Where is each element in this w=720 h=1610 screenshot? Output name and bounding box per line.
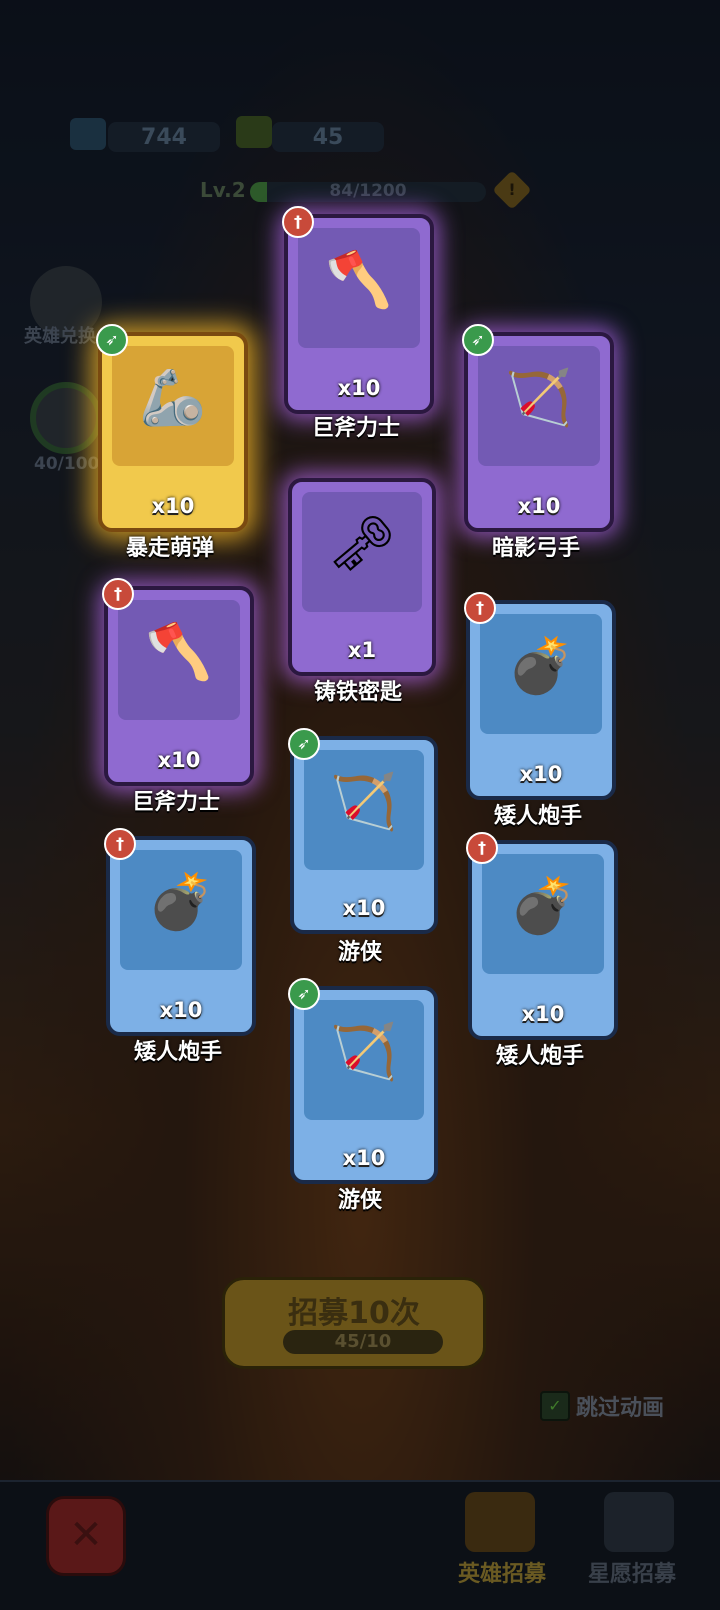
alert-icon[interactable]: ! (492, 170, 532, 210)
reward-card[interactable]: 🏹 x10 (464, 332, 614, 532)
sword-icon: † (104, 828, 136, 860)
progress-ring[interactable] (30, 382, 102, 454)
recruit-10-button[interactable]: 招募10次 45/10 (222, 1277, 486, 1369)
reward-card[interactable]: 💣 x10 (466, 600, 616, 800)
card-quantity: x10 (337, 376, 381, 400)
gem-count: 744 (108, 122, 220, 152)
hero-figure-icon: 💣 (509, 874, 577, 937)
tab-star-recruit[interactable]: 星愿招募 (588, 1556, 676, 1588)
card-name: 游侠 (337, 940, 382, 965)
close-button[interactable]: ✕ (46, 1496, 126, 1576)
reward-card[interactable]: 🏹 x10 (290, 736, 438, 934)
card-name: 巨斧力士 (311, 416, 400, 441)
reward-card[interactable]: 💣 x10 (468, 840, 618, 1040)
sword-icon: † (282, 206, 314, 238)
hero-figure-icon: 🗝 (327, 512, 397, 575)
card-name: 暗影弓手 (491, 536, 580, 561)
hero-figure-icon: 🪓 (325, 248, 393, 311)
reward-card[interactable]: 🏹 x10 (290, 986, 438, 1184)
card-name: 游侠 (337, 1188, 382, 1213)
card-name: 铸铁密匙 (313, 680, 402, 705)
hero-figure-icon: 🏹 (505, 366, 573, 429)
reward-card[interactable]: 💣 x10 (106, 836, 256, 1036)
reward-card[interactable]: 🗝 x1 (288, 478, 436, 676)
card-quantity: x10 (342, 1146, 386, 1170)
card-name: 暴走萌弹 (125, 536, 214, 561)
hero-figure-icon: 💣 (507, 634, 575, 697)
card-name: 矮人炮手 (133, 1040, 222, 1065)
skip-animation-checkbox[interactable]: ✓ (540, 1391, 570, 1421)
sword-icon: † (102, 578, 134, 610)
star-recruit-icon (604, 1492, 674, 1552)
card-name: 矮人炮手 (495, 1044, 584, 1069)
card-quantity: x10 (159, 998, 203, 1022)
ticket-icon (236, 116, 272, 148)
hero-figure-icon: 💣 (147, 870, 215, 933)
level-label: Lv.2 (200, 178, 246, 202)
bow-icon: ➶ (96, 324, 128, 356)
hero-exchange-label: 英雄兑换 (24, 326, 96, 347)
card-quantity: x1 (347, 638, 377, 662)
bow-icon: ➶ (462, 324, 494, 356)
card-name: 巨斧力士 (131, 790, 220, 815)
xp-text: 84/1200 (329, 181, 407, 201)
sword-icon: † (464, 592, 496, 624)
card-name: 矮人炮手 (493, 804, 582, 829)
reward-card[interactable]: 🦾 x10 (98, 332, 248, 532)
card-quantity: x10 (151, 494, 195, 518)
progress-label: 40/100 (34, 454, 100, 474)
hero-figure-icon: 🏹 (330, 770, 398, 833)
hero-recruit-icon (465, 1492, 535, 1552)
ticket-count: 45 (272, 122, 384, 152)
sword-icon: † (466, 832, 498, 864)
recruit-label: 招募10次 (288, 1296, 420, 1331)
card-quantity: x10 (521, 1002, 565, 1026)
skip-animation-label: 跳过动画 (576, 1396, 665, 1421)
hero-figure-icon: 🏹 (330, 1020, 398, 1083)
gem-icon (70, 118, 106, 150)
tab-hero-recruit[interactable]: 英雄招募 (458, 1556, 546, 1588)
card-quantity: x10 (517, 494, 561, 518)
hero-figure-icon: 🦾 (139, 366, 207, 429)
recruit-count: 45/10 (283, 1330, 443, 1354)
card-quantity: x10 (157, 748, 201, 772)
card-quantity: x10 (342, 896, 386, 920)
bow-icon: ➶ (288, 728, 320, 760)
card-quantity: x10 (519, 762, 563, 786)
hero-figure-icon: 🪓 (145, 620, 213, 683)
bow-icon: ➶ (288, 978, 320, 1010)
reward-card[interactable]: 🪓 x10 (284, 214, 434, 414)
reward-card[interactable]: 🪓 x10 (104, 586, 254, 786)
